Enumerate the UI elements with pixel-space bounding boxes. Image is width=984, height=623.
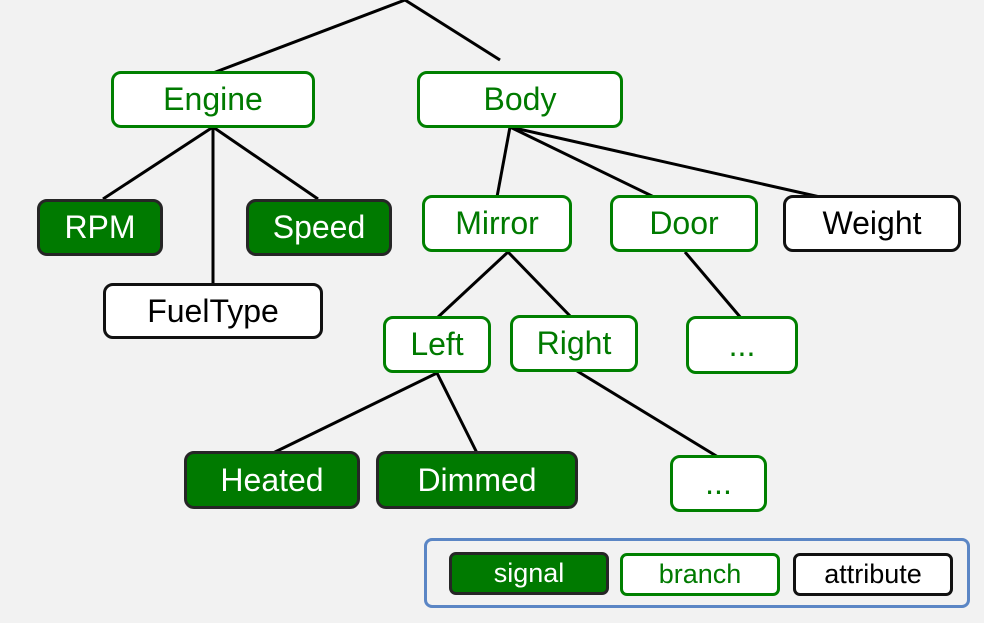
edge-body-weight (509, 125, 821, 199)
legend: signal branch attribute (424, 538, 970, 608)
legend-attribute: attribute (793, 553, 953, 596)
node-door-more[interactable]: ... (686, 316, 798, 374)
legend-branch: branch (620, 553, 780, 596)
node-left[interactable]: Left (383, 316, 491, 373)
node-rpm[interactable]: RPM (37, 199, 163, 256)
node-door[interactable]: Door (610, 195, 758, 252)
node-right[interactable]: Right (510, 315, 638, 372)
node-heated[interactable]: Heated (184, 451, 360, 509)
node-body[interactable]: Body (417, 71, 623, 128)
edge-left-heated (272, 371, 438, 455)
edge-right-more (576, 369, 719, 459)
node-speed[interactable]: Speed (246, 199, 392, 256)
edge-root-engine (212, 0, 406, 75)
node-fueltype[interactable]: FuelType (103, 283, 323, 339)
edge-engine-speed (212, 125, 319, 201)
edge-engine-rpm (102, 125, 214, 201)
edge-mirror-left (435, 250, 510, 320)
edge-root-body (404, 0, 501, 62)
edge-body-mirror (495, 126, 512, 198)
legend-signal: signal (449, 552, 609, 595)
edge-door-more (683, 251, 743, 319)
node-weight[interactable]: Weight (783, 195, 961, 252)
edge-left-dimmed (435, 372, 479, 454)
node-dimmed[interactable]: Dimmed (376, 451, 578, 509)
node-mirror[interactable]: Mirror (422, 195, 572, 252)
node-right-more[interactable]: ... (670, 455, 767, 512)
node-engine[interactable]: Engine (111, 71, 315, 128)
edge-body-door (509, 125, 655, 199)
edge-mirror-right (506, 250, 574, 320)
